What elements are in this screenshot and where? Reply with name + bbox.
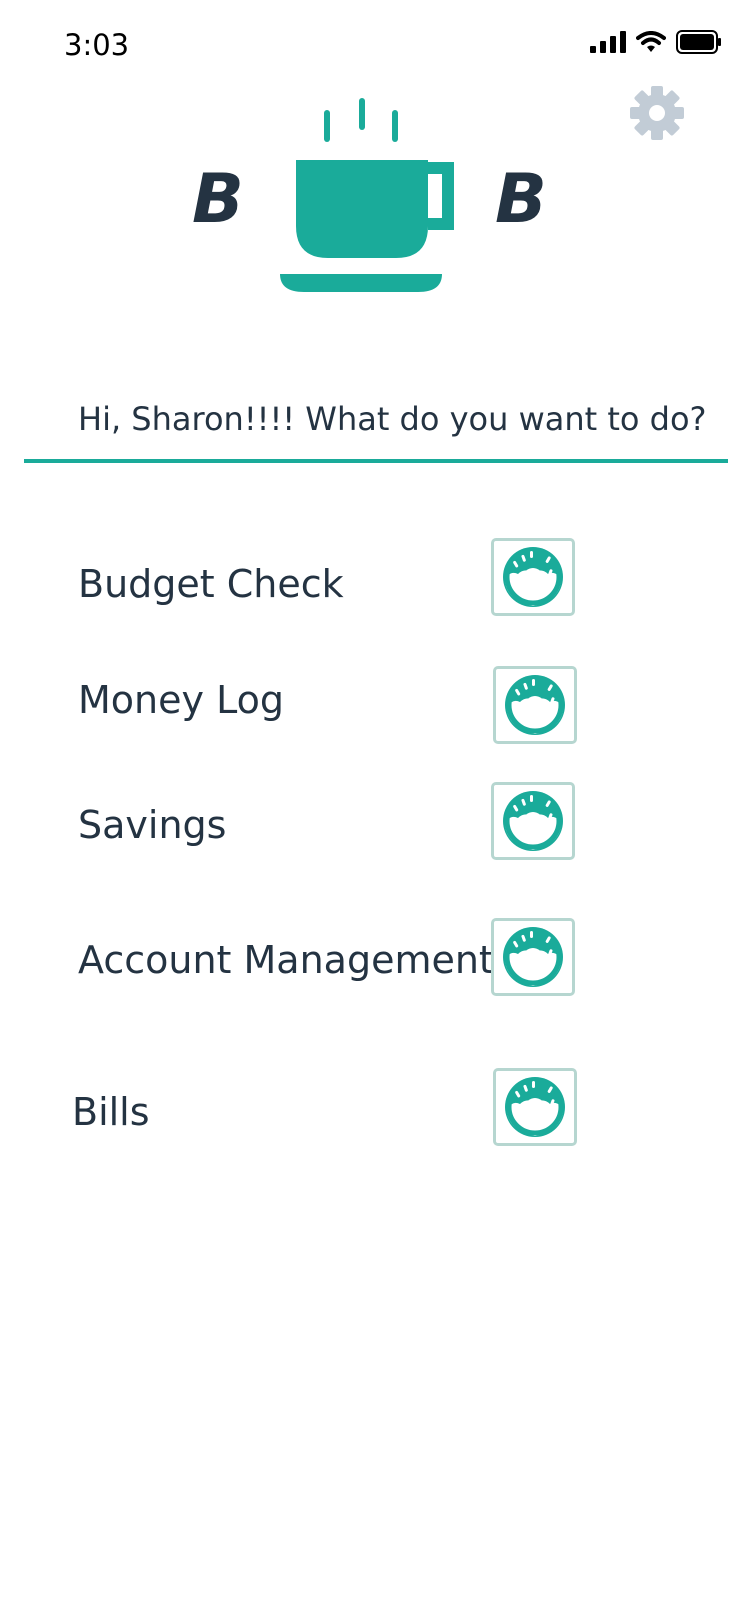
settings-gear-icon[interactable]: [630, 86, 684, 140]
menu-label-budget-check[interactable]: Budget Check: [78, 562, 344, 606]
logo-letter-right: B: [495, 160, 547, 239]
coffee-cup-icon: [280, 98, 454, 292]
money-log-button[interactable]: [493, 666, 577, 744]
savings-button[interactable]: [491, 782, 575, 860]
status-icons: [590, 30, 722, 54]
menu-label-savings[interactable]: Savings: [78, 803, 226, 847]
donut-icon: [503, 791, 563, 851]
wifi-icon: [636, 31, 666, 52]
menu-label-money-log[interactable]: Money Log: [78, 678, 284, 722]
signal-icon: [590, 31, 626, 53]
budget-check-button[interactable]: [491, 538, 575, 616]
donut-icon: [505, 675, 565, 735]
battery-icon: [676, 30, 721, 54]
bills-button[interactable]: [493, 1068, 577, 1146]
logo-letter-left: B: [192, 160, 244, 239]
greeting-divider: [24, 459, 728, 463]
account-management-button[interactable]: [491, 918, 575, 996]
status-bar: 3:03: [0, 0, 752, 90]
donut-icon: [505, 1077, 565, 1137]
status-time: 3:03: [64, 28, 130, 62]
menu-label-bills[interactable]: Bills: [72, 1090, 150, 1134]
menu-label-account-management[interactable]: Account Management: [78, 938, 494, 982]
donut-icon: [503, 547, 563, 607]
greeting-text: Hi, Sharon!!!! What do you want to do?: [78, 400, 707, 438]
donut-icon: [503, 927, 563, 987]
